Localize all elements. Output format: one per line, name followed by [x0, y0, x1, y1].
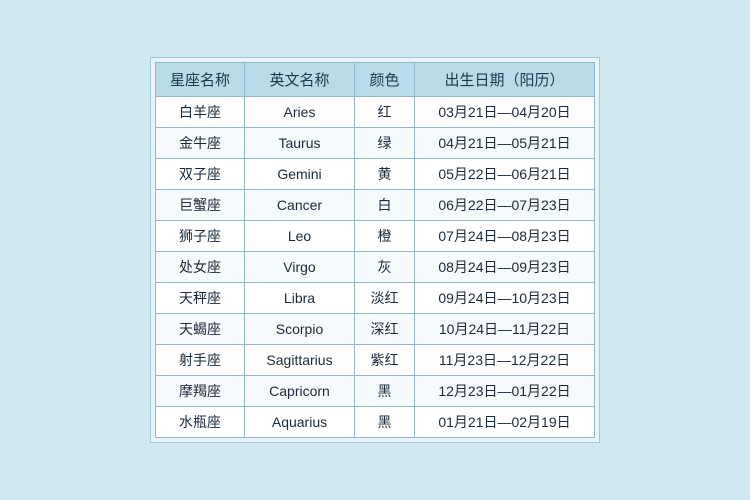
cell-color: 黑 — [355, 376, 415, 407]
table-row: 天蝎座Scorpio深红10月24日—11月22日 — [155, 314, 594, 345]
cell-chinese: 天秤座 — [155, 283, 244, 314]
cell-color: 灰 — [355, 252, 415, 283]
cell-color: 黄 — [355, 159, 415, 190]
cell-date: 04月21日—05月21日 — [415, 128, 595, 159]
header-chinese: 星座名称 — [155, 63, 244, 97]
cell-chinese: 双子座 — [155, 159, 244, 190]
cell-english: Gemini — [245, 159, 355, 190]
cell-color: 黑 — [355, 407, 415, 438]
cell-english: Aries — [245, 97, 355, 128]
cell-date: 09月24日—10月23日 — [415, 283, 595, 314]
cell-english: Scorpio — [245, 314, 355, 345]
table-row: 狮子座Leo橙07月24日—08月23日 — [155, 221, 594, 252]
cell-chinese: 白羊座 — [155, 97, 244, 128]
cell-color: 紫红 — [355, 345, 415, 376]
header-color: 颜色 — [355, 63, 415, 97]
cell-chinese: 水瓶座 — [155, 407, 244, 438]
table-row: 双子座Gemini黄05月22日—06月21日 — [155, 159, 594, 190]
cell-color: 绿 — [355, 128, 415, 159]
table-row: 水瓶座Aquarius黑01月21日—02月19日 — [155, 407, 594, 438]
table-row: 天秤座Libra淡红09月24日—10月23日 — [155, 283, 594, 314]
zodiac-table-container: 星座名称 英文名称 颜色 出生日期（阳历） 白羊座Aries红03月21日—04… — [150, 57, 600, 443]
cell-date: 05月22日—06月21日 — [415, 159, 595, 190]
cell-color: 白 — [355, 190, 415, 221]
cell-english: Taurus — [245, 128, 355, 159]
cell-english: Cancer — [245, 190, 355, 221]
cell-chinese: 天蝎座 — [155, 314, 244, 345]
cell-english: Capricorn — [245, 376, 355, 407]
cell-chinese: 摩羯座 — [155, 376, 244, 407]
cell-color: 红 — [355, 97, 415, 128]
cell-date: 01月21日—02月19日 — [415, 407, 595, 438]
cell-color: 淡红 — [355, 283, 415, 314]
cell-date: 12月23日—01月22日 — [415, 376, 595, 407]
cell-date: 03月21日—04月20日 — [415, 97, 595, 128]
table-row: 摩羯座Capricorn黑12月23日—01月22日 — [155, 376, 594, 407]
cell-date: 10月24日—11月22日 — [415, 314, 595, 345]
table-row: 金牛座Taurus绿04月21日—05月21日 — [155, 128, 594, 159]
table-row: 射手座Sagittarius紫红11月23日—12月22日 — [155, 345, 594, 376]
cell-chinese: 处女座 — [155, 252, 244, 283]
table-row: 处女座Virgo灰08月24日—09月23日 — [155, 252, 594, 283]
header-english: 英文名称 — [245, 63, 355, 97]
cell-date: 07月24日—08月23日 — [415, 221, 595, 252]
cell-chinese: 金牛座 — [155, 128, 244, 159]
cell-english: Sagittarius — [245, 345, 355, 376]
cell-date: 11月23日—12月22日 — [415, 345, 595, 376]
cell-color: 深红 — [355, 314, 415, 345]
table-row: 巨蟹座Cancer白06月22日—07月23日 — [155, 190, 594, 221]
cell-date: 08月24日—09月23日 — [415, 252, 595, 283]
zodiac-table: 星座名称 英文名称 颜色 出生日期（阳历） 白羊座Aries红03月21日—04… — [155, 62, 595, 438]
cell-english: Virgo — [245, 252, 355, 283]
table-header-row: 星座名称 英文名称 颜色 出生日期（阳历） — [155, 63, 594, 97]
cell-english: Libra — [245, 283, 355, 314]
cell-date: 06月22日—07月23日 — [415, 190, 595, 221]
table-row: 白羊座Aries红03月21日—04月20日 — [155, 97, 594, 128]
cell-english: Aquarius — [245, 407, 355, 438]
cell-chinese: 巨蟹座 — [155, 190, 244, 221]
cell-color: 橙 — [355, 221, 415, 252]
cell-chinese: 狮子座 — [155, 221, 244, 252]
cell-chinese: 射手座 — [155, 345, 244, 376]
header-date: 出生日期（阳历） — [415, 63, 595, 97]
cell-english: Leo — [245, 221, 355, 252]
